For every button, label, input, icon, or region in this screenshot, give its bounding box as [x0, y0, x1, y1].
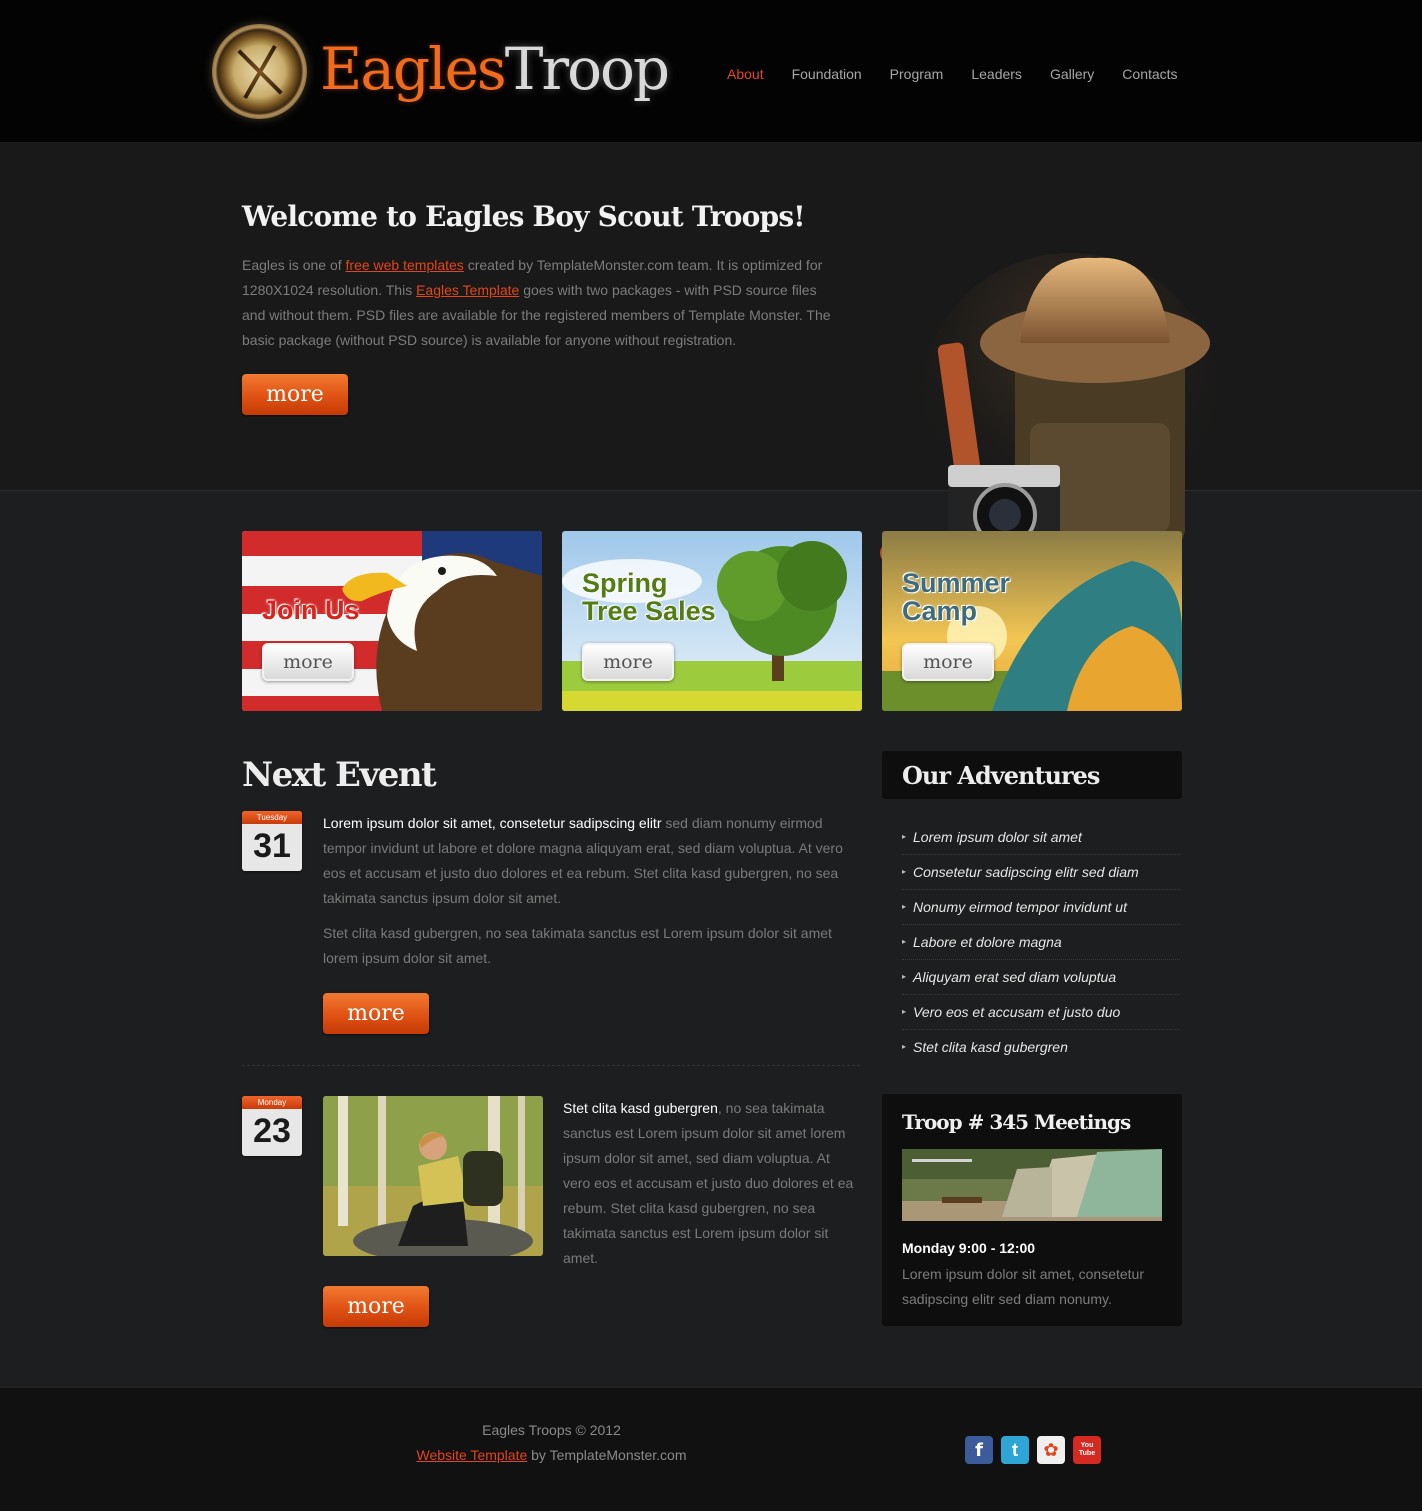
- logo-text-troop: Troop: [504, 35, 670, 103]
- event-weekday: Tuesday: [242, 811, 302, 824]
- copyright: Eagles Troops © 2012: [482, 1422, 621, 1438]
- youtube-glyph: You Tube: [1078, 1442, 1096, 1457]
- list-item[interactable]: ▸ Vero eos et accusam et justo duo: [902, 995, 1180, 1030]
- list-item[interactable]: ▸ Nonumy eirmod tempor invidunt ut: [902, 890, 1180, 925]
- picasa-glyph: ✿: [1043, 1439, 1059, 1460]
- bullet-icon: ▸: [902, 1042, 907, 1051]
- banner-join-us[interactable]: Join Us more: [242, 531, 542, 711]
- event-day-number: 31: [253, 827, 291, 865]
- event-lead: Lorem ipsum dolor sit amet, consetetur s…: [323, 815, 662, 831]
- site-footer: Eagles Troops © 2012 Website Template by…: [0, 1387, 1422, 1511]
- event-lead: Stet clita kasd gubergren: [563, 1100, 718, 1116]
- list-item-label: Aliquyam erat sed diam voluptua: [913, 969, 1117, 985]
- banner-spring-tree-sales[interactable]: Spring Tree Sales more: [562, 531, 862, 711]
- next-event-title: Next Event: [242, 755, 437, 795]
- hero-text-part: Eagles is one of: [242, 257, 346, 273]
- logo-text-eagles: Eagles: [320, 35, 507, 103]
- hero-more-button[interactable]: more: [242, 374, 348, 415]
- event-photo: [323, 1096, 543, 1256]
- site-header: EaglesTroop About Foundation Program Lea…: [0, 0, 1422, 143]
- website-template-link[interactable]: Website Template: [416, 1447, 527, 1463]
- event-weekday: Monday: [242, 1096, 302, 1109]
- nav-gallery[interactable]: Gallery: [1050, 66, 1094, 82]
- event-2-description: Stet clita kasd gubergren, no sea takima…: [563, 1096, 861, 1271]
- list-item-label: Nonumy eirmod tempor invidunt ut: [913, 899, 1127, 915]
- footer-credit: Website Template by TemplateMonster.com: [0, 1447, 1103, 1463]
- twitter-glyph: t: [1012, 1439, 1018, 1460]
- main-nav: About Foundation Program Leaders Gallery…: [713, 66, 1192, 82]
- nav-leaders[interactable]: Leaders: [971, 66, 1022, 82]
- bullet-icon: ▸: [902, 937, 907, 946]
- event-description-2: Stet clita kasd gubergren, no sea takima…: [323, 925, 832, 966]
- camp-photo: [902, 1149, 1162, 1221]
- youtube-icon[interactable]: You Tube: [1073, 1436, 1101, 1464]
- our-adventures-title: Our Adventures: [902, 761, 1100, 790]
- hero-title: Welcome to Eagles Boy Scout Troops!: [242, 200, 806, 233]
- event-description: Lorem ipsum dolor sit amet, consetetur s…: [323, 811, 860, 911]
- meeting-description: Lorem ipsum dolor sit amet, consetetur s…: [902, 1266, 1144, 1307]
- banner-title-line: Camp: [902, 596, 978, 626]
- list-item[interactable]: ▸ Stet clita kasd gubergren: [902, 1030, 1180, 1065]
- picasa-icon[interactable]: ✿: [1037, 1436, 1065, 1464]
- bullet-icon: ▸: [902, 832, 907, 841]
- summer-camp-more-button[interactable]: more: [902, 643, 994, 681]
- banner-title-summer-camp: Summer Camp: [902, 569, 1010, 625]
- nav-program[interactable]: Program: [890, 66, 944, 82]
- nav-about[interactable]: About: [727, 66, 764, 82]
- event-body: , no sea takimata sanctus est Lorem ipsu…: [563, 1100, 854, 1266]
- list-item-label: Consetetur sadipscing elitr sed diam: [913, 864, 1139, 880]
- event-1-more-button[interactable]: more: [323, 993, 429, 1034]
- nav-contacts[interactable]: Contacts: [1122, 66, 1177, 82]
- our-adventures-header: Our Adventures: [882, 751, 1182, 799]
- list-item[interactable]: ▸ Aliquyam erat sed diam voluptua: [902, 960, 1180, 995]
- list-item-label: Stet clita kasd gubergren: [913, 1039, 1068, 1055]
- logo[interactable]: EaglesTroop: [212, 24, 672, 120]
- list-item[interactable]: ▸ Labore et dolore magna: [902, 925, 1180, 960]
- campsite-image: [902, 1149, 1162, 1221]
- list-item[interactable]: ▸ Consetetur sadipscing elitr sed diam: [902, 855, 1180, 890]
- bullet-icon: ▸: [902, 1007, 907, 1016]
- bullet-icon: ▸: [902, 867, 907, 876]
- bullet-icon: ▸: [902, 972, 907, 981]
- adventures-list: ▸ Lorem ipsum dolor sit amet ▸ Consetetur …: [902, 820, 1180, 1065]
- banner-title-join-us: Join Us: [262, 595, 360, 625]
- banner-title-spring-tree-sales: Spring Tree Sales: [582, 569, 716, 625]
- event-date-calendar: Monday 23: [242, 1096, 302, 1156]
- meeting-time: Monday 9:00 - 12:00: [902, 1240, 1036, 1256]
- facebook-glyph: f: [975, 1439, 983, 1461]
- boy-in-forest-image: [323, 1096, 543, 1256]
- list-item[interactable]: ▸ Lorem ipsum dolor sit amet: [902, 820, 1180, 855]
- event-divider: [242, 1065, 860, 1066]
- event-date-calendar: Tuesday 31: [242, 811, 302, 871]
- hero-text: Eagles is one of free web templates crea…: [242, 253, 834, 353]
- list-item-label: Vero eos et accusam et justo duo: [913, 1004, 1121, 1020]
- banner-title-line: Spring: [582, 568, 668, 598]
- event-2-more-button[interactable]: more: [323, 1286, 429, 1327]
- twitter-icon[interactable]: t: [1001, 1436, 1029, 1464]
- list-item-label: Lorem ipsum dolor sit amet: [913, 829, 1082, 845]
- banner-title-line: Summer: [902, 568, 1011, 598]
- facebook-icon[interactable]: f: [965, 1436, 993, 1464]
- join-us-more-button[interactable]: more: [262, 643, 354, 681]
- free-templates-link[interactable]: free web templates: [346, 257, 464, 273]
- hero-section: Welcome to Eagles Boy Scout Troops! Eagl…: [0, 143, 1422, 583]
- banner-title-line: Tree Sales: [582, 596, 716, 626]
- banner-summer-camp[interactable]: Summer Camp more: [882, 531, 1182, 711]
- event-day-number: 23: [253, 1112, 291, 1150]
- logo-text: EaglesTroop: [320, 34, 670, 104]
- footer-credit-text: by TemplateMonster.com: [527, 1447, 687, 1463]
- meetings-title: Troop # 345 Meetings: [902, 1110, 1131, 1134]
- bullet-icon: ▸: [902, 902, 907, 911]
- nav-foundation[interactable]: Foundation: [792, 66, 862, 82]
- compass-icon: [212, 24, 307, 119]
- meetings-box: Troop # 345 Meetings Monday 9:00 - 12:00…: [882, 1094, 1182, 1326]
- spring-tree-sales-more-button[interactable]: more: [582, 643, 674, 681]
- list-item-label: Labore et dolore magna: [913, 934, 1062, 950]
- eagles-template-link[interactable]: Eagles Template: [416, 282, 519, 298]
